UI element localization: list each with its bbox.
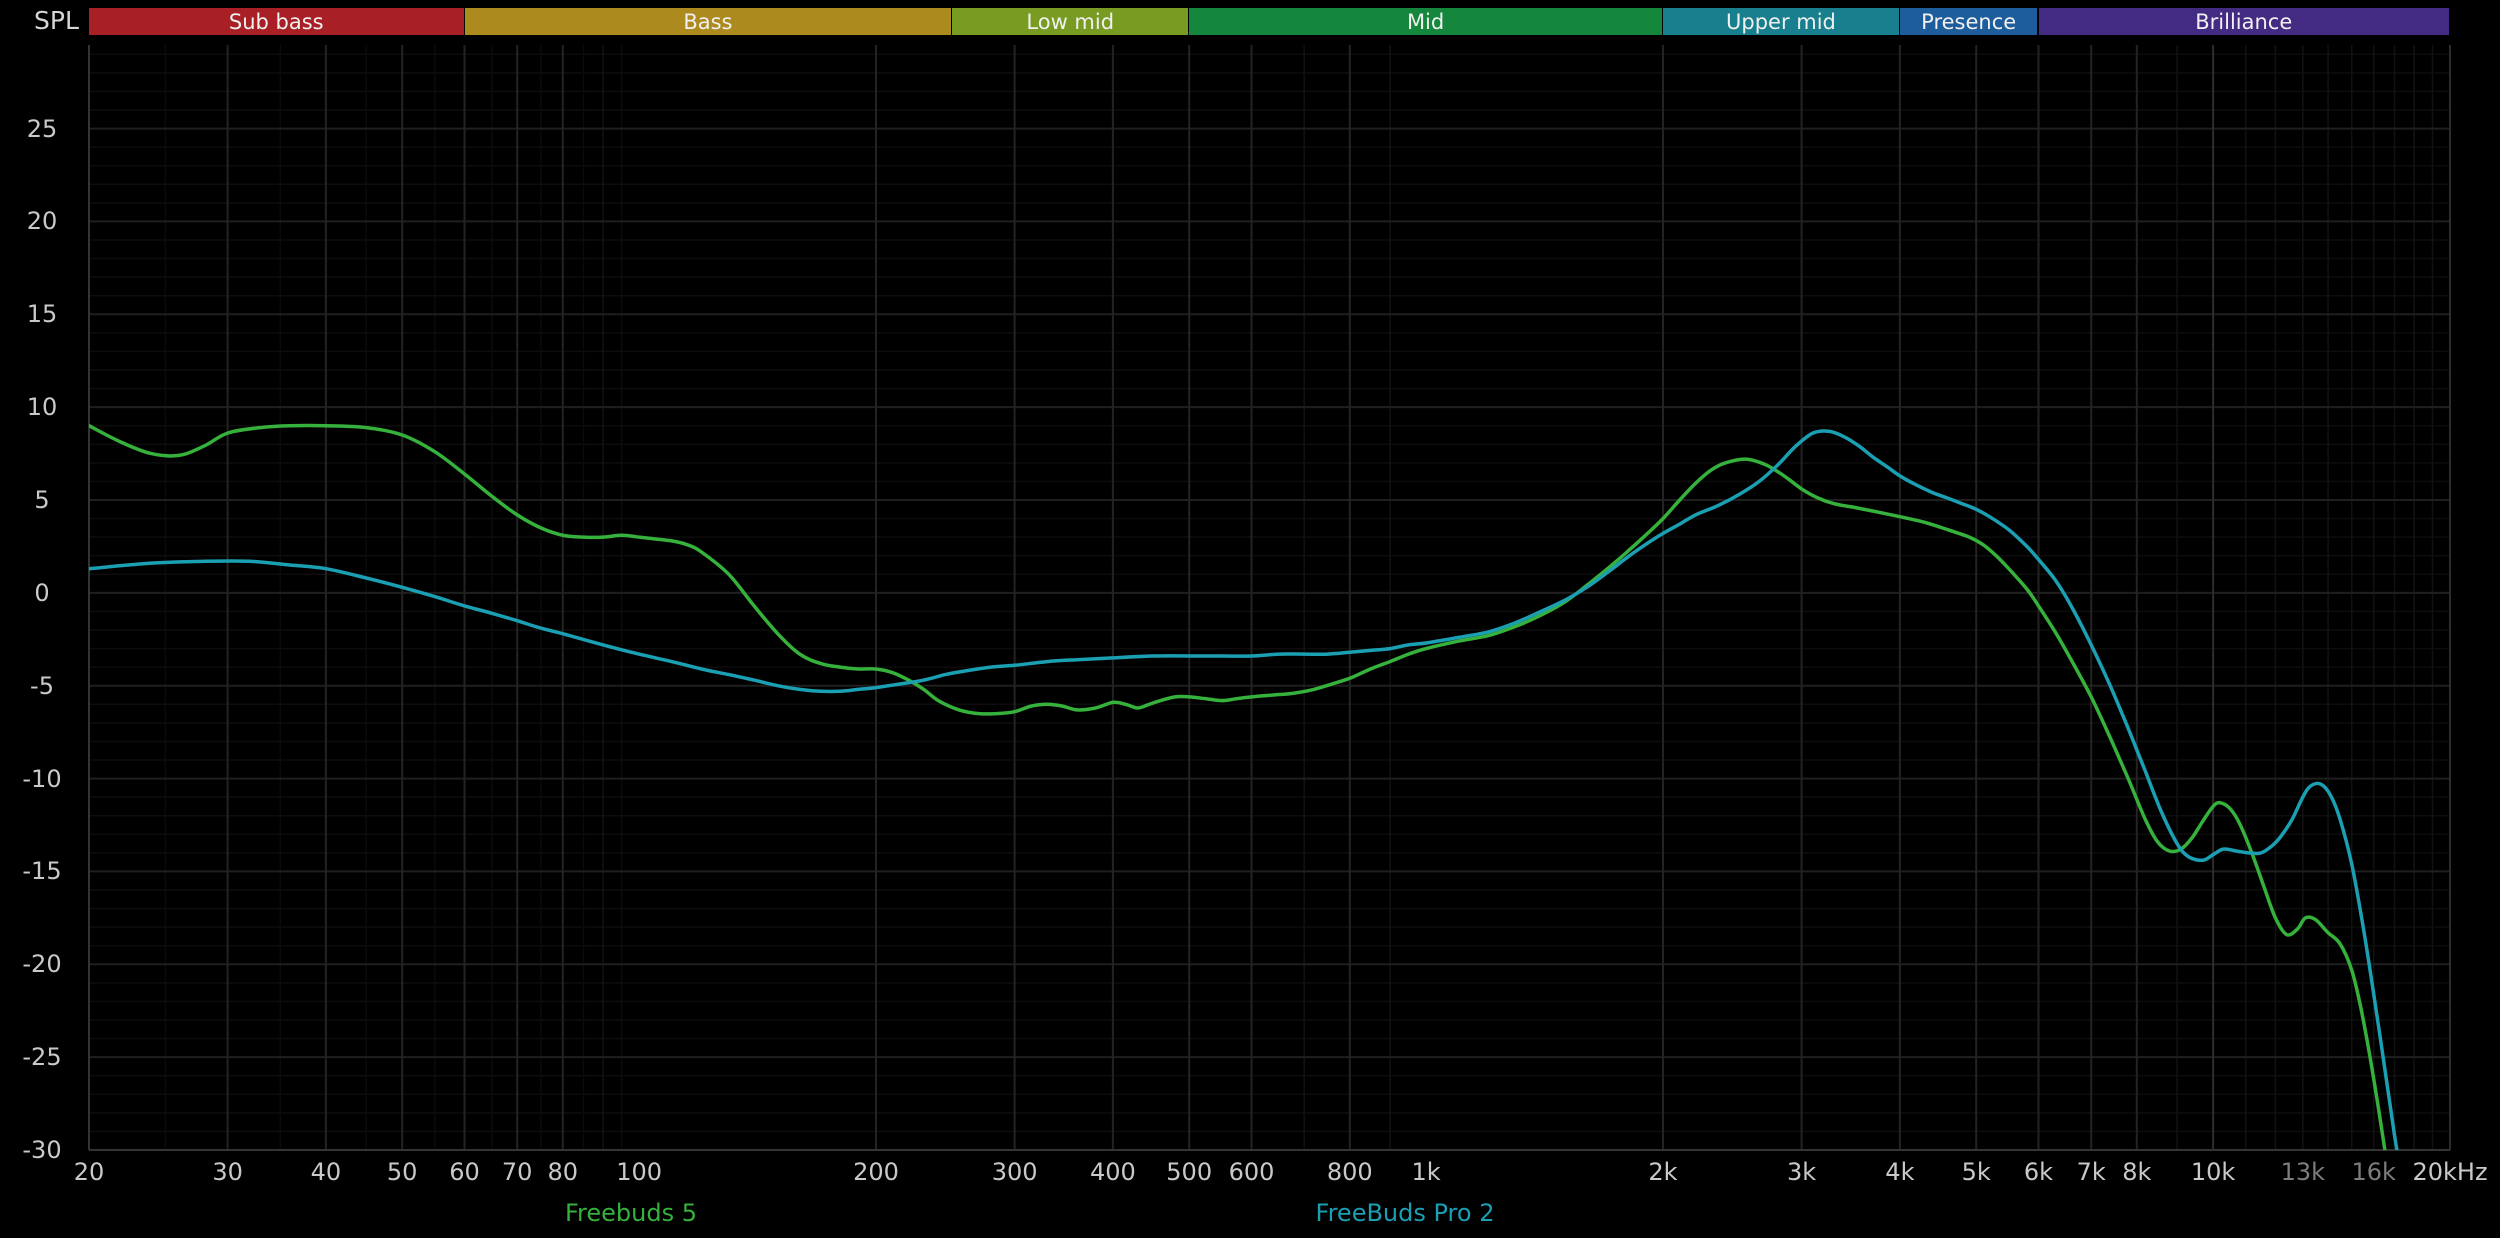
y-tick--10: -10	[6, 765, 78, 793]
x-tick-400: 400	[1090, 1158, 1136, 1186]
y-tick--15: -15	[6, 857, 78, 885]
x-tick-30: 30	[212, 1158, 243, 1186]
y-tick--25: -25	[6, 1043, 78, 1071]
y-tick-20: 20	[6, 207, 78, 235]
x-tick-200: 200	[853, 1158, 899, 1186]
y-tick--5: -5	[6, 672, 78, 700]
x-tick-7k: 7k	[2077, 1158, 2106, 1186]
y-tick-5: 5	[6, 486, 78, 514]
x-tick-80: 80	[548, 1158, 579, 1186]
x-tick-20khz: 20kHz	[2412, 1158, 2487, 1186]
plot-area	[0, 0, 2500, 1238]
x-tick-600: 600	[1229, 1158, 1275, 1186]
x-tick-300: 300	[992, 1158, 1038, 1186]
x-tick-70: 70	[502, 1158, 533, 1186]
x-tick-2k: 2k	[1648, 1158, 1677, 1186]
x-tick-10k: 10k	[2191, 1158, 2235, 1186]
x-tick-16k: 16k	[2351, 1158, 2395, 1186]
x-tick-500: 500	[1166, 1158, 1212, 1186]
y-tick--20: -20	[6, 950, 78, 978]
x-tick-100: 100	[616, 1158, 662, 1186]
legend-freebuds-pro-2[interactable]: FreeBuds Pro 2	[1316, 1199, 1495, 1227]
frequency-response-chart: SPL Sub bassBassLow midMidUpper midPrese…	[0, 0, 2500, 1238]
x-tick-40: 40	[311, 1158, 342, 1186]
x-tick-3k: 3k	[1787, 1158, 1816, 1186]
x-tick-13k: 13k	[2281, 1158, 2325, 1186]
x-tick-8k: 8k	[2122, 1158, 2151, 1186]
y-tick-10: 10	[6, 393, 78, 421]
x-tick-5k: 5k	[1962, 1158, 1991, 1186]
x-tick-6k: 6k	[2024, 1158, 2053, 1186]
x-tick-60: 60	[449, 1158, 480, 1186]
x-tick-1k: 1k	[1412, 1158, 1441, 1186]
x-tick-50: 50	[387, 1158, 418, 1186]
y-tick-0: 0	[6, 579, 78, 607]
y-tick--30: -30	[6, 1136, 78, 1164]
x-tick-800: 800	[1327, 1158, 1373, 1186]
y-tick-25: 25	[6, 115, 78, 143]
y-tick-15: 15	[6, 300, 78, 328]
x-tick-20: 20	[74, 1158, 105, 1186]
legend-freebuds-5[interactable]: Freebuds 5	[565, 1199, 697, 1227]
x-tick-4k: 4k	[1885, 1158, 1914, 1186]
